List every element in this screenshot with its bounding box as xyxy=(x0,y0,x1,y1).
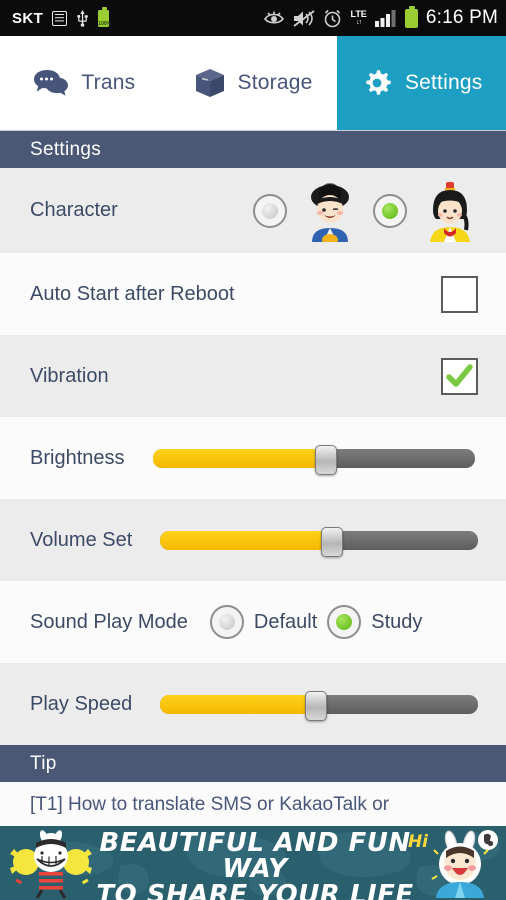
option-sound-mode-study[interactable]: Study xyxy=(327,605,422,639)
checkbox-vibration[interactable] xyxy=(441,357,478,395)
tab-settings-label: Settings xyxy=(404,71,483,94)
tip-section-title: Tip xyxy=(30,752,57,774)
battery-percent-label: 100% xyxy=(98,20,112,27)
play-speed-label: Play Speed xyxy=(30,692,133,715)
character-label: Character xyxy=(30,199,118,221)
ad-bunny-character xyxy=(424,828,502,900)
smart-stay-eye-icon xyxy=(263,10,285,26)
radio-character-female[interactable] xyxy=(373,193,407,228)
gear-icon xyxy=(361,67,393,99)
sound-mute-icon xyxy=(293,9,316,27)
ad-line-2: TO SHARE YOUR LIFE xyxy=(96,880,414,900)
lte-icon: LTE ↓↑ xyxy=(350,9,367,27)
row-character: Character xyxy=(0,168,506,253)
brightness-label: Brightness xyxy=(30,446,125,469)
tab-trans-label: Trans xyxy=(81,71,136,94)
battery-charging-icon: 100% xyxy=(98,7,112,27)
row-sound-play-mode: Sound Play Mode Default Study xyxy=(0,581,506,663)
lte-arrows-icon: ↓↑ xyxy=(356,19,362,26)
option-sound-mode-default[interactable]: Default xyxy=(209,605,318,639)
slider-fill xyxy=(152,449,327,468)
slider-fill xyxy=(160,695,316,714)
slider-thumb[interactable] xyxy=(315,445,338,475)
row-vibration: Vibration xyxy=(0,335,506,417)
checkbox-auto-start[interactable] xyxy=(441,275,478,313)
usb-icon xyxy=(76,9,89,27)
tab-storage-label: Storage xyxy=(237,71,313,94)
box-icon xyxy=(194,67,226,99)
tab-bar: Trans Storage Settings xyxy=(0,36,506,131)
volume-set-label: Volume Set xyxy=(30,528,133,551)
sound-mode-default-label: Default xyxy=(253,610,318,633)
tab-storage[interactable]: Storage xyxy=(169,36,338,130)
battery-icon xyxy=(404,5,418,28)
check-icon xyxy=(446,363,473,387)
status-bar: SKT 100% LTE ↓↑ 6:16 PM xyxy=(0,0,506,36)
radio-sound-mode-study[interactable] xyxy=(327,605,362,639)
row-play-speed: Play Speed xyxy=(0,663,506,745)
vibration-label: Vibration xyxy=(30,364,109,387)
tab-settings[interactable]: Settings xyxy=(337,36,506,130)
row-volume-set: Volume Set xyxy=(0,499,506,581)
slider-thumb[interactable] xyxy=(304,691,327,721)
radio-sound-mode-default[interactable] xyxy=(209,605,244,639)
clock-label: 6:16 PM xyxy=(425,7,498,28)
slider-thumb[interactable] xyxy=(320,527,343,557)
tip-item-label: [T1] How to translate SMS or KakaoTalk o… xyxy=(30,794,390,815)
radio-character-male[interactable] xyxy=(253,193,287,228)
female-character-avatar[interactable] xyxy=(422,180,478,242)
tip-section-header: Tip xyxy=(0,745,506,782)
list-icon xyxy=(52,10,68,26)
row-auto-start: Auto Start after Reboot xyxy=(0,253,506,335)
alarm-icon xyxy=(323,9,342,28)
ad-cheerleader-character xyxy=(4,828,96,900)
ad-banner[interactable]: BEAUTIFUL AND FUN WAY TO SHARE YOUR LIFE… xyxy=(0,826,506,900)
settings-section-title: Settings xyxy=(30,138,102,160)
slider-play-speed[interactable] xyxy=(160,691,478,721)
ad-line-1: BEAUTIFUL AND FUN WAY xyxy=(99,828,411,884)
male-character-avatar[interactable] xyxy=(302,180,358,242)
slider-fill xyxy=(160,531,332,550)
ad-text: BEAUTIFUL AND FUN WAY TO SHARE YOUR LIFE xyxy=(95,830,415,900)
slider-volume-set[interactable] xyxy=(160,527,478,557)
tab-trans[interactable]: Trans xyxy=(0,36,169,130)
sound-play-mode-label: Sound Play Mode xyxy=(30,610,188,633)
auto-start-label: Auto Start after Reboot xyxy=(30,282,235,305)
sound-mode-study-label: Study xyxy=(371,610,423,633)
settings-section-header: Settings xyxy=(0,131,506,168)
row-brightness: Brightness xyxy=(0,417,506,499)
slider-brightness[interactable] xyxy=(152,445,475,475)
tip-item[interactable]: [T1] How to translate SMS or KakaoTalk o… xyxy=(0,782,506,832)
carrier-label: SKT xyxy=(12,9,44,27)
signal-bars-icon xyxy=(374,9,397,27)
chat-bubbles-icon xyxy=(33,69,69,97)
